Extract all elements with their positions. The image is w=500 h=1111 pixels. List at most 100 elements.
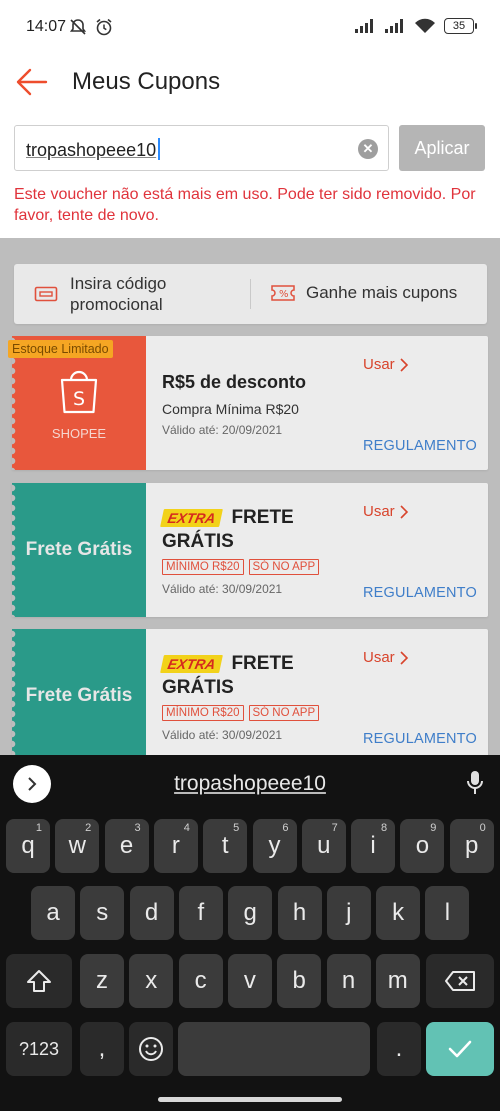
keyboard-suggestion[interactable]: tropashopeee10 [0, 772, 500, 796]
key-label: q [21, 832, 35, 859]
symbols-key[interactable]: ?123 [6, 1022, 72, 1076]
key-label: p [465, 832, 479, 859]
key-d[interactable]: d [129, 886, 174, 940]
key-label: g [243, 899, 257, 926]
use-label: Usar [363, 503, 395, 520]
key-j[interactable]: j [326, 886, 371, 940]
key-z[interactable]: z [80, 954, 124, 1008]
earn-more-label: Ganhe mais cupons [306, 283, 458, 302]
key-t[interactable]: t5 [203, 819, 248, 873]
error-message: Este voucher não está mais em uso. Pode … [14, 186, 476, 224]
key-l[interactable]: l [425, 886, 470, 940]
ticket-icon [34, 286, 58, 302]
voucher-tag: MÍNIMO R$20 [162, 705, 244, 721]
key-label: m [387, 967, 408, 994]
key-label: h [292, 899, 307, 926]
period-key[interactable]: . [377, 1022, 421, 1076]
apply-button[interactable]: Aplicar [399, 125, 485, 171]
use-voucher-link[interactable]: Usar [363, 356, 409, 373]
key-label: v [243, 967, 256, 994]
backspace-key[interactable] [426, 954, 494, 1008]
voucher-title: FRETE [231, 653, 294, 674]
key-hint: 2 [85, 822, 92, 834]
voucher-card[interactable]: Estoque Limitado S SHOPEE R$5 de descont… [8, 336, 488, 470]
use-voucher-link[interactable]: Usar [363, 503, 409, 520]
key-a[interactable]: a [31, 886, 75, 940]
free-shipping-label: Frete Grátis [25, 539, 133, 560]
key-e[interactable]: e3 [104, 819, 149, 873]
key-y[interactable]: y6 [252, 819, 297, 873]
voucher-title-line2: GRÁTIS [162, 531, 234, 552]
space-key[interactable] [178, 1022, 370, 1076]
key-k[interactable]: k [376, 886, 421, 940]
back-arrow-icon[interactable] [14, 64, 50, 100]
page-title: Meus Cupons [72, 68, 221, 95]
svg-text:%: % [279, 289, 289, 300]
microphone-icon[interactable] [466, 770, 484, 796]
key-f[interactable]: f [178, 886, 223, 940]
emoji-key[interactable] [129, 1022, 173, 1076]
key-i[interactable]: i8 [351, 819, 396, 873]
insert-code-option[interactable]: Insira código promocional [34, 273, 190, 315]
key-s[interactable]: s [80, 886, 125, 940]
key-r[interactable]: r4 [153, 819, 198, 873]
voucher-min-purchase: Compra Mínima R$20 [162, 401, 299, 417]
key-c[interactable]: c [178, 954, 223, 1008]
key-hint: 4 [183, 822, 190, 834]
key-h[interactable]: h [277, 886, 322, 940]
key-p[interactable]: p0 [449, 819, 494, 873]
enter-key[interactable] [426, 1022, 494, 1076]
key-q[interactable]: q1 [6, 819, 50, 873]
voucher-tag: SÓ NO APP [248, 705, 320, 721]
terms-link[interactable]: REGULAMENTO [363, 585, 477, 601]
key-label: w [68, 832, 86, 859]
use-label: Usar [363, 649, 395, 666]
key-hint: 8 [380, 822, 388, 834]
voucher-title: R$5 de desconto [162, 372, 307, 392]
status-bar: 14:07 35 [0, 0, 500, 56]
key-b[interactable]: b [277, 954, 322, 1008]
mute-notification-icon [69, 19, 87, 35]
key-m[interactable]: m [375, 954, 420, 1008]
voucher-title: FRETE [231, 507, 294, 528]
terms-link[interactable]: REGULAMENTO [363, 731, 477, 747]
coupon-percent-icon: % [271, 285, 295, 301]
key-label: s [96, 899, 109, 926]
key-hint: 9 [430, 822, 437, 834]
shift-key[interactable] [6, 954, 72, 1008]
voucher-title-line2: GRÁTIS [162, 677, 234, 698]
use-voucher-link[interactable]: Usar [363, 649, 409, 666]
brand-label: SHOPEE [51, 425, 107, 441]
voucher-card[interactable]: Frete Grátis EXTRA FRETE GRÁTIS MÍNIMO R… [12, 629, 488, 763]
chevron-right-icon [400, 357, 408, 372]
extra-logo: EXTRA [160, 655, 224, 673]
key-w[interactable]: w2 [55, 819, 100, 873]
key-o[interactable]: o9 [400, 819, 445, 873]
clear-input-icon[interactable]: ✕ [358, 139, 378, 159]
backspace-icon [445, 971, 475, 991]
options-divider [250, 279, 251, 309]
key-hint: 1 [35, 822, 42, 834]
terms-link[interactable]: REGULAMENTO [363, 438, 477, 454]
voucher-code-input[interactable]: tropashopeee10 ✕ [14, 125, 389, 171]
voucher-tags: MÍNIMO R$20 SÓ NO APP [162, 559, 320, 575]
extra-logo: EXTRA [160, 509, 224, 527]
key-label: b [292, 967, 306, 994]
key-label: u [317, 832, 331, 859]
key-label: o [415, 832, 430, 859]
key-v[interactable]: v [227, 954, 272, 1008]
signal-icon [355, 19, 373, 33]
key-g[interactable]: g [228, 886, 273, 940]
check-icon [448, 1040, 472, 1058]
comma-key[interactable]: , [80, 1022, 124, 1076]
key-n[interactable]: n [326, 954, 371, 1008]
key-label: . [395, 1035, 403, 1062]
voucher-card[interactable]: Frete Grátis EXTRA FRETE GRÁTIS MÍNIMO R… [12, 483, 488, 617]
chevron-right-icon [400, 650, 408, 665]
voucher-tags: MÍNIMO R$20 SÓ NO APP [162, 705, 320, 721]
svg-text:S: S [73, 388, 85, 410]
battery-icon: 35 [444, 18, 477, 34]
key-x[interactable]: x [129, 954, 174, 1008]
key-u[interactable]: u7 [301, 819, 346, 873]
earn-more-option[interactable]: % Ganhe mais cupons [270, 283, 457, 303]
